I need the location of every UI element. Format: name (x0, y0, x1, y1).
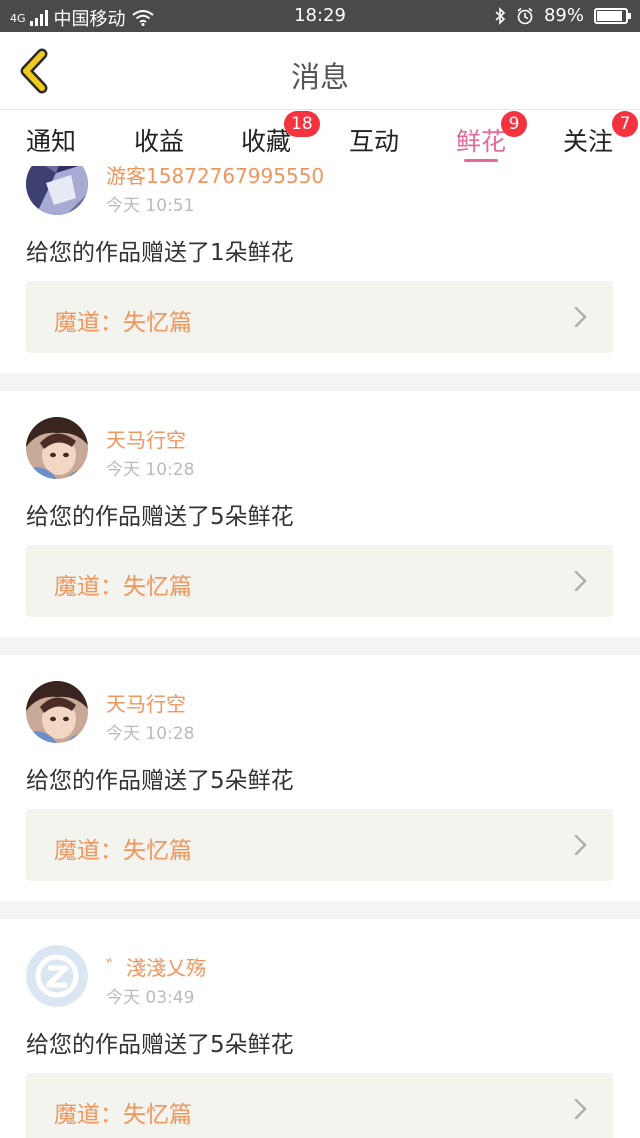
tab-bar: 通知 收益 收藏 18 互动 鲜花 9 关注 7 (0, 110, 640, 166)
work-link[interactable]: 魔道：失忆篇 (26, 1073, 613, 1138)
flower-message-list[interactable]: 游客15872767995550 今天 10:51 给您的作品赠送了1朵鲜花 魔… (0, 166, 640, 1138)
bluetooth-icon (495, 6, 506, 25)
work-title: 魔道：失忆篇 (54, 838, 192, 864)
tab-earnings[interactable]: 收益 (119, 122, 199, 158)
following-badge: 7 (612, 111, 638, 137)
status-bar: 4G 中国移动 18:29 89% (0, 0, 640, 32)
favorites-badge: 18 (284, 111, 320, 137)
chevron-right-icon (574, 1098, 587, 1120)
avatar[interactable] (26, 681, 88, 743)
battery-level (597, 10, 622, 21)
message-text: 给您的作品赠送了5朵鲜花 (26, 1032, 294, 1058)
work-title: 魔道：失忆篇 (54, 1102, 192, 1128)
username[interactable]: 天马行空 (106, 688, 186, 717)
chevron-right-icon (574, 834, 587, 856)
default-avatar-icon (26, 945, 88, 1007)
list-item: 游客15872767995550 今天 10:51 给您的作品赠送了1朵鲜花 魔… (0, 166, 640, 373)
anime-avatar-icon (26, 417, 88, 479)
app-header: 消息 (0, 32, 640, 110)
tab-label: 收益 (133, 127, 184, 156)
tab-label: 鲜花 (455, 127, 506, 156)
tab-label: 互动 (348, 127, 399, 156)
avatar[interactable] (26, 945, 88, 1007)
message-text: 给您的作品赠送了5朵鲜花 (26, 768, 294, 794)
message-text: 给您的作品赠送了5朵鲜花 (26, 504, 294, 530)
anime-avatar-icon (26, 681, 88, 743)
crystal-avatar-icon (26, 166, 88, 215)
list-item: 天马行空 今天 10:28 给您的作品赠送了5朵鲜花 魔道：失忆篇 (0, 655, 640, 901)
chevron-right-icon (574, 306, 587, 328)
message-text: 给您的作品赠送了1朵鲜花 (26, 240, 294, 266)
tab-label: 收藏 (240, 127, 291, 156)
avatar[interactable] (26, 166, 88, 215)
timestamp: 今天 03:49 (106, 988, 195, 1008)
work-link[interactable]: 魔道：失忆篇 (26, 281, 613, 353)
tab-favorites[interactable]: 收藏 18 (226, 111, 320, 158)
tab-following[interactable]: 关注 7 (548, 111, 638, 158)
avatar[interactable] (26, 417, 88, 479)
list-item: 天马行空 今天 10:28 给您的作品赠送了5朵鲜花 魔道：失忆篇 (0, 391, 640, 637)
chevron-right-icon (574, 570, 587, 592)
active-tab-indicator (464, 159, 498, 162)
flowers-badge: 9 (501, 111, 527, 137)
work-title: 魔道：失忆篇 (54, 574, 192, 600)
work-link[interactable]: 魔道：失忆篇 (26, 545, 613, 617)
username[interactable]: 游客15872767995550 (106, 166, 324, 189)
username[interactable]: ゛淺淺乂殇 (106, 952, 206, 981)
tab-label: 通知 (25, 127, 76, 156)
tab-label: 关注 (562, 127, 613, 156)
work-link[interactable]: 魔道：失忆篇 (26, 809, 613, 881)
page-title: 消息 (290, 60, 349, 94)
battery-icon (594, 7, 631, 24)
tab-notifications[interactable]: 通知 (11, 122, 91, 158)
status-right: 89% (494, 5, 631, 26)
list-item: ゛淺淺乂殇 今天 03:49 给您的作品赠送了5朵鲜花 魔道：失忆篇 (0, 919, 640, 1138)
alarm-icon (517, 7, 533, 24)
tab-interactions[interactable]: 互动 (334, 122, 414, 158)
tab-flowers[interactable]: 鲜花 9 (441, 111, 527, 158)
battery-percentage: 89% (543, 5, 584, 26)
timestamp: 今天 10:28 (106, 460, 195, 480)
timestamp: 今天 10:28 (106, 724, 195, 744)
timestamp: 今天 10:51 (106, 196, 195, 216)
work-title: 魔道：失忆篇 (54, 310, 192, 336)
username[interactable]: 天马行空 (106, 424, 186, 453)
